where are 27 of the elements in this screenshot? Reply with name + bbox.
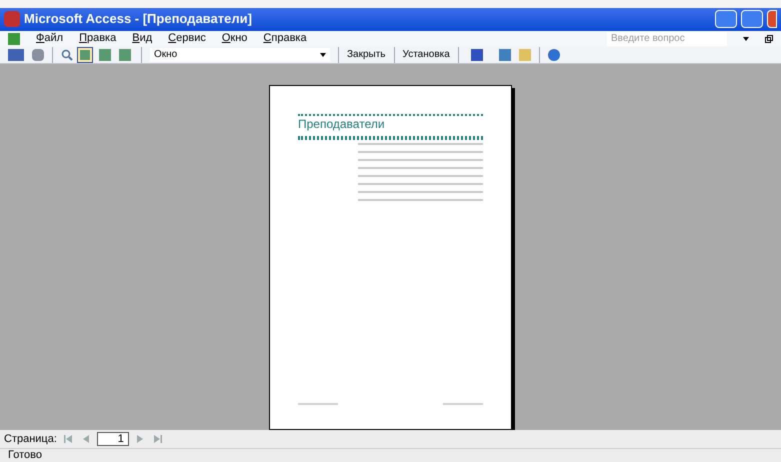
minimize-button[interactable]: [715, 10, 737, 28]
close-preview-button[interactable]: Закрыть: [347, 47, 386, 62]
maximize-button[interactable]: [741, 10, 763, 28]
page-view-button[interactable]: [77, 46, 93, 63]
menu-item[interactable]: Вид: [132, 30, 152, 47]
status-text: Готово: [8, 448, 42, 462]
menu-item[interactable]: Правка: [79, 30, 116, 47]
dropdown-icon[interactable]: [743, 36, 749, 41]
page-number-field[interactable]: 1: [96, 432, 129, 446]
page-setup-button[interactable]: Установка: [402, 47, 450, 62]
menu-item[interactable]: Справка: [263, 30, 307, 47]
page-view-button[interactable]: [117, 46, 133, 63]
close-button[interactable]: [767, 10, 777, 28]
menu-item[interactable]: Окно: [222, 30, 248, 47]
report-title: Преподаватели: [298, 116, 386, 132]
restore-icon[interactable]: [765, 34, 773, 43]
footer-page-drawing: [443, 402, 483, 405]
menu-item[interactable]: Файл: [36, 30, 64, 47]
menu-item[interactable]: Сервис: [168, 30, 206, 47]
page-view-button[interactable]: [97, 46, 113, 63]
zoom-icon[interactable]: [61, 48, 73, 61]
page-label: Страница:: [4, 432, 57, 447]
help-search-field[interactable]: Введите вопрос: [607, 32, 727, 46]
dropdown-icon[interactable]: [320, 52, 326, 57]
zoom-select[interactable]: Окно: [150, 48, 330, 62]
window-title: Microsoft Access - [Преподаватели]: [24, 10, 252, 28]
footer-date-drawing: [298, 402, 338, 405]
